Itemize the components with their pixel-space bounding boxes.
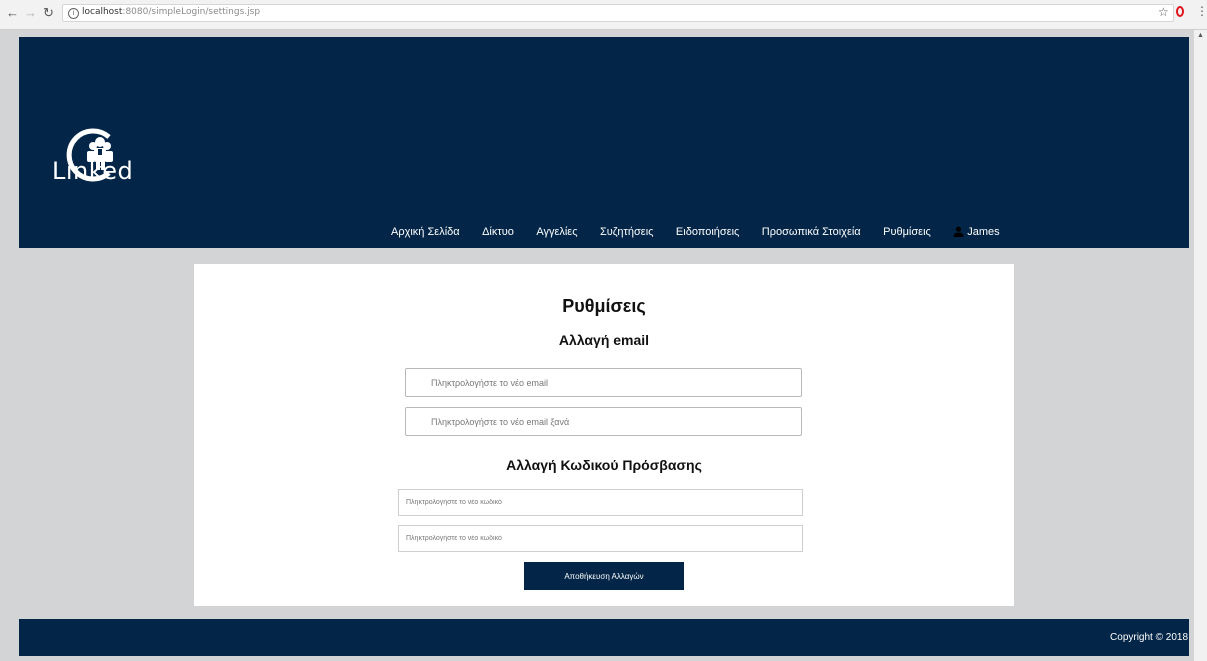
site-header: Linked Αρχική Σελίδα Δίκτυο Αγγελίες Συζ… [19, 37, 1189, 248]
new-email-input[interactable] [405, 368, 802, 397]
url-text: localhost:8080/simpleLogin/settings.jsp [82, 7, 260, 17]
star-icon[interactable]: ☆ [1158, 5, 1169, 19]
user-name: James [967, 225, 1000, 238]
url-host: localhost [82, 7, 123, 17]
opera-icon[interactable] [1176, 6, 1184, 17]
confirm-email-input[interactable] [405, 407, 802, 436]
email-section-heading: Αλλαγή email [558, 332, 650, 348]
user-icon [953, 226, 964, 238]
password-section-heading: Αλλαγή Κωδικού Πρόσβασης [506, 457, 702, 473]
logo-text[interactable]: Linked [52, 157, 133, 185]
menu-icon[interactable]: ⋮ [1196, 4, 1207, 18]
reload-icon[interactable]: ↻ [43, 6, 54, 20]
main-nav: Αρχική Σελίδα Δίκτυο Αγγελίες Συζητήσεις… [391, 223, 1018, 239]
address-bar[interactable]: i localhost:8080/simpleLogin/settings.js… [62, 4, 1174, 22]
back-arrow-icon[interactable]: ← [6, 6, 19, 20]
info-icon[interactable]: i [68, 8, 79, 19]
save-changes-button[interactable]: Αποθήκευση Αλλαγών [524, 562, 684, 590]
nav-item-personal-info[interactable]: Προσωπικά Στοιχεία [762, 225, 861, 239]
nav-item-discussions[interactable]: Συζητήσεις [600, 225, 654, 239]
nav-item-settings[interactable]: Ρυθμίσεις [883, 225, 931, 239]
url-path: :8080/simpleLogin/settings.jsp [122, 7, 261, 17]
forward-arrow-icon[interactable]: → [24, 6, 37, 20]
settings-card: Ρυθμίσεις Αλλαγή email Αλλαγή Κωδικού Πρ… [194, 264, 1014, 606]
scroll-up-arrow-icon[interactable]: ▲ [1197, 32, 1204, 39]
copyright-text: Copyright © 2018 [1110, 632, 1188, 643]
nav-item-network[interactable]: Δίκτυο [482, 225, 514, 239]
nav-item-home[interactable]: Αρχική Σελίδα [391, 225, 460, 239]
new-password-input[interactable] [398, 489, 803, 516]
nav-item-notifications[interactable]: Ειδοποιήσεις [676, 225, 739, 239]
scrollbar[interactable]: ▲ [1194, 30, 1207, 661]
nav-item-user[interactable]: James [953, 225, 1000, 239]
confirm-password-input[interactable] [398, 525, 803, 552]
site-footer: Copyright © 2018 [19, 619, 1189, 656]
browser-toolbar: ← → ↻ i localhost:8080/simpleLogin/setti… [0, 0, 1207, 30]
page-title: Ρυθμίσεις [562, 296, 646, 316]
nav-item-jobs[interactable]: Αγγελίες [536, 225, 577, 239]
